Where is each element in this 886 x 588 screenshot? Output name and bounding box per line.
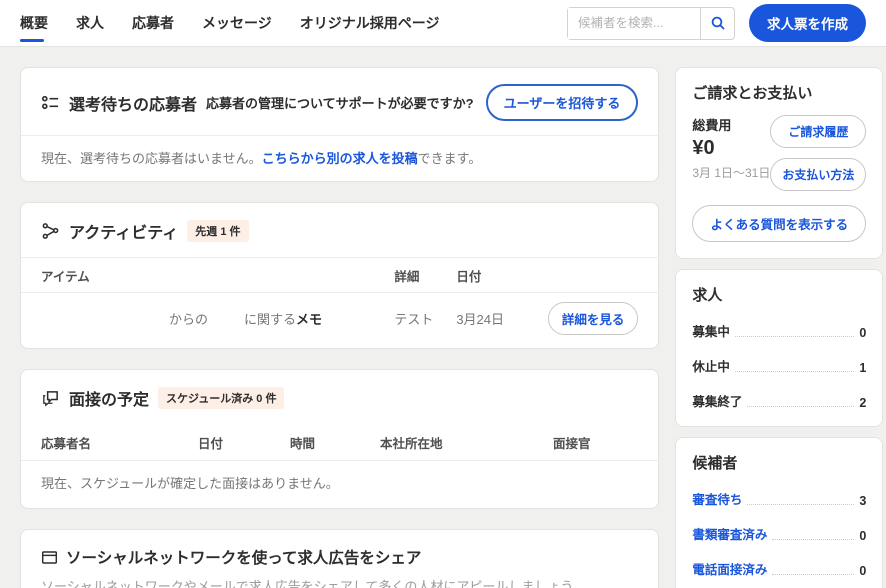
activity-nodes-icon — [41, 222, 60, 241]
col-interview-date: 日付 — [198, 433, 290, 452]
share-card-title: ソーシャルネットワークを使って求人広告をシェア — [66, 546, 421, 568]
billing-history-button[interactable]: ご請求履歴 — [770, 115, 866, 148]
activity-card-title: アクティビティ — [69, 219, 178, 243]
create-job-button[interactable]: 求人票を作成 — [749, 4, 866, 42]
main-column: 選考待ちの応募者 応募者の管理についてサポートが必要ですか? ユーザーを招待する… — [20, 67, 659, 588]
reviewed-link[interactable]: 書類審査済み — [692, 524, 767, 543]
jobs-stat-paused: 休止中 1 — [692, 356, 866, 375]
page-content: 選考待ちの応募者 応募者の管理についてサポートが必要ですか? ユーザーを招待する… — [0, 47, 886, 588]
interview-empty-state: 現在、スケジュールが確定した面接はありません。 — [21, 460, 658, 508]
col-applicant-name: 応募者名 — [41, 433, 198, 452]
jobs-open-value: 0 — [859, 326, 866, 340]
col-detail: 詳細 — [394, 266, 456, 285]
support-question: 応募者の管理についてサポートが必要ですか? — [206, 93, 474, 112]
total-cost-label: 総費用 — [692, 115, 770, 134]
activity-detail-cell: テスト — [394, 309, 456, 328]
pending-applicants-card: 選考待ちの応募者 応募者の管理についてサポートが必要ですか? ユーザーを招待する… — [20, 67, 659, 182]
search-input[interactable] — [568, 8, 700, 39]
jobs-paused-label: 休止中 — [692, 356, 730, 375]
payment-method-button[interactable]: お支払い方法 — [770, 158, 866, 191]
candidate-list-icon — [41, 93, 60, 112]
col-interview-time: 時間 — [290, 433, 380, 452]
interview-count-badge: スケジュール済み 0 件 — [158, 387, 284, 409]
interview-card-title: 面接の予定 — [69, 386, 149, 410]
jobs-closed-label: 募集終了 — [692, 391, 742, 410]
nav-tab-jobs[interactable]: 求人 — [76, 0, 104, 47]
nav-tab-career-page[interactable]: オリジナル採用ページ — [300, 0, 440, 47]
nav-tab-applicants[interactable]: 応募者 — [132, 0, 174, 47]
activity-card: アクティビティ 先週 1 件 アイテム 詳細 日付 からのに関するメモ テスト … — [20, 202, 659, 349]
pending-card-title: 選考待ちの応募者 — [69, 91, 197, 115]
sidebar: ご請求とお支払い 総費用 ¥0 3月 1日～31日 ご請求履歴 お支払い方法 よ… — [675, 67, 883, 588]
jobs-paused-value: 1 — [859, 361, 866, 375]
nav-tab-overview[interactable]: 概要 — [20, 0, 48, 47]
candidates-stat-phone-screened: 電話面接済み 0 — [692, 559, 866, 578]
nav-tab-messages[interactable]: メッセージ — [202, 0, 272, 47]
jobs-summary-card: 求人 募集中 0 休止中 1 募集終了 2 — [675, 269, 883, 427]
speech-bubbles-icon — [41, 389, 60, 408]
candidate-search — [567, 7, 735, 40]
view-details-button[interactable]: 詳細を見る — [548, 302, 639, 335]
jobs-stat-open: 募集中 0 — [692, 321, 866, 340]
invite-user-button[interactable]: ユーザーを招待する — [486, 84, 639, 121]
candidates-stat-reviewed: 書類審査済み 0 — [692, 524, 866, 543]
share-card-subtitle: ソーシャルネットワークやメールで求人広告をシェアして多くの人材にアピールしましょ… — [41, 576, 638, 588]
search-icon — [710, 15, 726, 31]
awaiting-review-link[interactable]: 審査待ち — [692, 489, 742, 508]
phone-screened-link[interactable]: 電話面接済み — [692, 559, 767, 578]
pending-empty-state: 現在、選考待ちの応募者はいません。こちらから別の求人を投稿できます。 — [21, 135, 658, 181]
total-cost-value: ¥0 — [692, 137, 770, 160]
col-office-location: 本社所在地 — [380, 433, 553, 452]
faq-button[interactable]: よくある質問を表示する — [692, 205, 866, 242]
pending-empty-prefix: 現在、選考待ちの応募者はいません。 — [41, 151, 262, 166]
activity-date-cell: 3月24日 — [456, 309, 552, 328]
jobs-title: 求人 — [692, 284, 866, 305]
col-date: 日付 — [456, 266, 552, 285]
billing-card: ご請求とお支払い 総費用 ¥0 3月 1日～31日 ご請求履歴 お支払い方法 よ… — [675, 67, 883, 259]
jobs-closed-value: 2 — [859, 396, 866, 410]
jobs-open-label: 募集中 — [692, 321, 730, 340]
activity-table-header: アイテム 詳細 日付 — [21, 257, 658, 293]
activity-count-badge: 先週 1 件 — [187, 220, 248, 242]
nav-right-group: 求人票を作成 — [567, 4, 866, 42]
top-navigation: 概要 求人 応募者 メッセージ オリジナル採用ページ 求人票を作成 — [0, 0, 886, 47]
browser-window-icon — [41, 549, 58, 566]
search-button[interactable] — [700, 8, 734, 39]
col-item: アイテム — [41, 266, 394, 285]
social-share-card: ソーシャルネットワークを使って求人広告をシェア ソーシャルネットワークやメールで… — [20, 529, 659, 588]
post-another-job-link[interactable]: こちらから別の求人を投稿 — [262, 151, 418, 166]
col-interviewer: 面接官 — [553, 433, 638, 452]
candidates-title: 候補者 — [692, 452, 866, 473]
pending-empty-suffix: できます。 — [418, 151, 482, 166]
billing-title: ご請求とお支払い — [692, 82, 866, 103]
candidates-summary-card: 候補者 審査待ち 3 書類審査済み 0 電話面接済み 0 面接済み 0 — [675, 437, 883, 588]
jobs-stat-closed: 募集終了 2 — [692, 391, 866, 410]
interview-table-header: 応募者名 日付 時間 本社所在地 面接官 — [21, 424, 658, 460]
interview-schedule-card: 面接の予定 スケジュール済み 0 件 応募者名 日付 時間 本社所在地 面接官 … — [20, 369, 659, 509]
activity-table-row: からのに関するメモ テスト 3月24日 詳細を見る — [21, 293, 658, 348]
candidates-stat-awaiting: 審査待ち 3 — [692, 489, 866, 508]
activity-item-cell: からのに関するメモ — [41, 309, 394, 328]
billing-period: 3月 1日～31日 — [692, 164, 770, 181]
